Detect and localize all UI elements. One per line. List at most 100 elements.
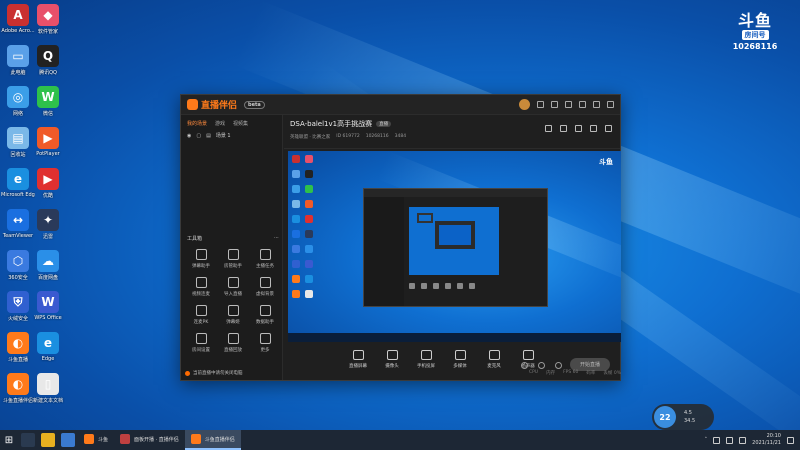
- start-button[interactable]: ⊞: [0, 430, 18, 450]
- desktop-icon[interactable]: ☁ 百度网盘: [31, 250, 65, 281]
- live-preview[interactable]: 斗鱼: [288, 151, 621, 342]
- tool-icon: [259, 249, 271, 260]
- source-control[interactable]: 摄像头: [380, 350, 404, 369]
- desktop-icon[interactable]: ◆ 软件管家: [31, 4, 65, 35]
- desktop-icon[interactable]: ◐ 斗鱼直播: [1, 332, 35, 363]
- source-control[interactable]: 麦克风: [482, 350, 506, 369]
- desktop-icon[interactable]: ▤ 回收站: [1, 127, 35, 158]
- desktop-icon[interactable]: ▶ PotPlayer: [31, 127, 65, 157]
- app-icon: ◐: [7, 373, 29, 395]
- warning-bar: 当前直播中请勿关闭电脑: [185, 370, 243, 376]
- chevron-up-icon[interactable]: ˄: [705, 437, 708, 443]
- desktop-icon[interactable]: ✦ 迅雷: [31, 209, 65, 240]
- desktop-icon[interactable]: W WPS Office: [31, 291, 65, 321]
- scene-icon: ▤: [206, 132, 211, 139]
- system-tray: ˄ 20:10 2021/11/21: [705, 433, 800, 447]
- tool-item[interactable]: 导入直播: [217, 277, 249, 297]
- tool-label: 弹幕助手: [192, 264, 210, 269]
- app-logo-icon: [187, 99, 198, 110]
- source-control[interactable]: 手机投屏: [414, 350, 438, 369]
- tool-item[interactable]: 弹幕助手: [185, 249, 217, 269]
- share-icon[interactable]: [605, 125, 612, 132]
- desktop-icon[interactable]: ↔ TeamViewer: [1, 209, 35, 239]
- store-icon[interactable]: [61, 433, 75, 447]
- window-titlebar[interactable]: 直播伴侣 beta: [181, 95, 620, 115]
- desktop-icon[interactable]: A Adobe Acro...: [1, 4, 35, 34]
- bell-icon[interactable]: [575, 125, 582, 132]
- file-explorer-icon[interactable]: [41, 433, 55, 447]
- performance-widget[interactable]: 22 4.5 34.5: [652, 404, 714, 430]
- avatar[interactable]: [519, 99, 530, 110]
- tool-item[interactable]: 数据助手: [249, 305, 281, 325]
- desktop-icon[interactable]: ⬡ 360安全: [1, 250, 35, 281]
- source-control[interactable]: 多媒体: [448, 350, 472, 369]
- volume-icon[interactable]: [726, 436, 734, 444]
- tool-icon: [195, 249, 207, 260]
- status-bar: CPU 内存 FPS 60 码率 丢帧 0%: [288, 370, 621, 376]
- desktop-icon[interactable]: ◎ 网络: [1, 86, 35, 117]
- tool-item[interactable]: 虚拟背景: [249, 277, 281, 297]
- room-header: DSA-balel1v1高手挑战赛 直播 英雄联盟 · 比赛之家 ID 6197…: [284, 115, 620, 149]
- lock-icon[interactable]: [560, 125, 567, 132]
- close-icon[interactable]: [607, 101, 614, 108]
- settings-icon[interactable]: [565, 101, 572, 108]
- minimize-icon[interactable]: [579, 101, 586, 108]
- maximize-icon[interactable]: [593, 101, 600, 108]
- clock-date: 2021/11/21: [752, 440, 781, 446]
- tool-item[interactable]: 视频连麦: [185, 277, 217, 297]
- task-view-icon[interactable]: [21, 433, 35, 447]
- tool-label: 更多: [260, 348, 270, 353]
- desktop-icon[interactable]: ▯ 新建文本文档: [31, 373, 65, 404]
- desktop-icon-label: PotPlayer: [36, 151, 60, 157]
- desktop-icon[interactable]: W 微信: [31, 86, 65, 117]
- camera-settings-icon[interactable]: [521, 362, 528, 369]
- room-category[interactable]: 英雄联盟 · 比赛之家: [290, 134, 330, 140]
- record-toggle-icon[interactable]: [538, 362, 545, 369]
- tab-game[interactable]: 游戏: [215, 120, 225, 127]
- tool-item[interactable]: 直播回放: [217, 333, 249, 353]
- tool-item[interactable]: 房间设置: [185, 333, 217, 353]
- message-icon[interactable]: [537, 101, 544, 108]
- desktop-icon[interactable]: ⛨ 火绒安全: [1, 291, 35, 322]
- desktop-icon[interactable]: Q 腾讯QQ: [31, 45, 65, 76]
- desktop-icon-label: 迅雷: [42, 234, 53, 240]
- notification-icon[interactable]: [787, 436, 794, 444]
- more-icon[interactable]: ⋯: [274, 235, 279, 242]
- taskbar-task[interactable]: 斗鱼直播伴侣: [184, 430, 241, 450]
- desktop-icon[interactable]: e Microsoft Edge: [1, 168, 35, 198]
- toolbox-title: 工具箱: [187, 236, 203, 242]
- tab-video[interactable]: 视频集: [233, 120, 248, 127]
- clock[interactable]: 20:10 2021/11/21: [752, 433, 781, 447]
- taskbar-task[interactable]: 斗鱼: [78, 430, 114, 450]
- desktop-icon[interactable]: ▭ 此电脑: [1, 45, 35, 76]
- scene-item[interactable]: ◉ ▢ ▤ 场景 1: [181, 130, 282, 141]
- preview-taskbar: [288, 333, 621, 342]
- source-control[interactable]: 直播屏幕: [346, 350, 370, 369]
- tab-my-scenes[interactable]: 我的场景: [187, 120, 207, 127]
- room-title[interactable]: DSA-balel1v1高手挑战赛: [290, 119, 372, 129]
- tool-item[interactable]: 连麦PK: [185, 305, 217, 325]
- left-panel: 我的场景 游戏 视频集 ◉ ▢ ▤ 场景 1 工具箱 ⋯ 弹幕助手 房管助手 主播任…: [181, 115, 283, 380]
- taskbar-task[interactable]: 面板开播 · 直播伴侣: [114, 430, 185, 450]
- tool-item[interactable]: 主播任务: [249, 249, 281, 269]
- source-label: 直播屏幕: [349, 364, 367, 369]
- notify-icon[interactable]: [590, 125, 597, 132]
- ime-icon[interactable]: [739, 436, 747, 444]
- gear-icon[interactable]: [555, 362, 562, 369]
- tool-item[interactable]: 更多: [249, 333, 281, 353]
- desktop-icon-label: 斗鱼直播伴侣: [2, 398, 33, 404]
- app-icon: W: [37, 291, 59, 313]
- douyu-logo: 斗鱼: [737, 11, 772, 30]
- gift-icon[interactable]: [551, 101, 558, 108]
- tool-item[interactable]: 房管助手: [217, 249, 249, 269]
- desktop-icon[interactable]: ◐ 斗鱼直播伴侣: [1, 373, 35, 404]
- lock-icon[interactable]: ▢: [196, 133, 201, 139]
- network-icon[interactable]: [713, 436, 721, 444]
- eye-icon[interactable]: ◉: [187, 133, 191, 139]
- desktop-icon-label: 优酷: [42, 193, 53, 199]
- desktop-icon[interactable]: ▶ 优酷: [31, 168, 65, 199]
- tool-item[interactable]: 弹幕姬: [217, 305, 249, 325]
- desktop-icon[interactable]: e Edge: [31, 332, 65, 362]
- source-label: 多媒体: [453, 364, 467, 369]
- record-icon[interactable]: [545, 125, 552, 132]
